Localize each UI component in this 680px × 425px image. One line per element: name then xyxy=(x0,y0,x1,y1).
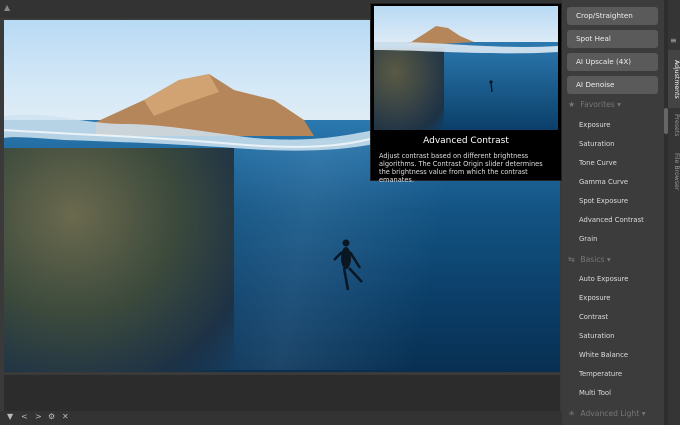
section-basics-label: Basics xyxy=(580,255,605,264)
tooltip-description: Adjust contrast based on different brigh… xyxy=(379,152,543,184)
chevron-right-icon[interactable]: > xyxy=(35,412,42,421)
sun-icon: ☀ xyxy=(568,409,576,418)
star-icon: ★ xyxy=(568,100,576,109)
chevron-down-icon: ▾ xyxy=(606,255,611,264)
favorites-item-saturation[interactable]: Saturation xyxy=(579,140,614,148)
favorites-item-advanced-contrast[interactable]: Advanced Contrast xyxy=(579,216,644,224)
spot-heal-button[interactable]: Spot Heal xyxy=(567,30,658,48)
basics-item-exposure[interactable]: Exposure xyxy=(579,294,610,302)
tooltip-advanced-contrast: Advanced Contrast Adjust contrast based … xyxy=(370,3,562,184)
basics-item-temperature[interactable]: Temperature xyxy=(579,370,622,378)
tab-file-browser[interactable]: File Browser xyxy=(668,150,680,194)
tab-adjustments[interactable]: Adjustments xyxy=(668,50,680,108)
chevron-down-icon: ▾ xyxy=(617,100,621,109)
section-favorites-label: Favorites xyxy=(580,100,615,109)
section-favorites[interactable]: ★ Favorites ▾ xyxy=(568,100,621,109)
basics-item-saturation[interactable]: Saturation xyxy=(579,332,614,340)
vertical-tab-bar: ≡ Adjustments Presets File Browser xyxy=(668,0,680,425)
bottom-toolbar: ▼ < > ⚙ ✕ xyxy=(0,411,562,425)
triangle-up-icon[interactable]: ▲ xyxy=(4,3,10,12)
filmstrip-area xyxy=(4,375,560,411)
favorites-item-spot-exposure[interactable]: Spot Exposure xyxy=(579,197,628,205)
chevron-left-icon[interactable]: < xyxy=(21,412,28,421)
section-basics[interactable]: ⇆ Basics ▾ xyxy=(568,255,611,264)
ai-upscale-button[interactable]: AI Upscale (4X) xyxy=(567,53,658,71)
section-advanced-light-label: Advanced Light xyxy=(580,409,640,418)
basics-item-multi-tool[interactable]: Multi Tool xyxy=(579,389,611,397)
section-advanced-light[interactable]: ☀ Advanced Light ▾ xyxy=(568,409,646,418)
settings-icon[interactable]: ⚙ xyxy=(48,412,55,421)
adjustments-panel: Crop/Straighten Spot Heal AI Upscale (4X… xyxy=(562,0,664,425)
menu-icon[interactable]: ≡ xyxy=(670,36,677,45)
tooltip-preview-image xyxy=(374,6,558,130)
triangle-down-icon[interactable]: ▼ xyxy=(7,412,13,421)
ai-denoise-button[interactable]: AI Denoise xyxy=(567,76,658,94)
basics-item-contrast[interactable]: Contrast xyxy=(579,313,608,321)
tooltip-title: Advanced Contrast xyxy=(423,136,509,146)
favorites-item-exposure[interactable]: Exposure xyxy=(579,121,610,129)
favorites-item-gamma-curve[interactable]: Gamma Curve xyxy=(579,178,628,186)
basics-item-auto-exposure[interactable]: Auto Exposure xyxy=(579,275,628,283)
sliders-icon: ⇆ xyxy=(568,255,575,264)
close-icon[interactable]: ✕ xyxy=(62,412,69,421)
crop-straighten-button[interactable]: Crop/Straighten xyxy=(567,7,658,25)
favorites-item-tone-curve[interactable]: Tone Curve xyxy=(579,159,617,167)
tab-presets[interactable]: Presets xyxy=(668,112,680,138)
chevron-down-icon: ▾ xyxy=(641,409,646,418)
favorites-item-grain[interactable]: Grain xyxy=(579,235,597,243)
basics-item-white-balance[interactable]: White Balance xyxy=(579,351,628,359)
